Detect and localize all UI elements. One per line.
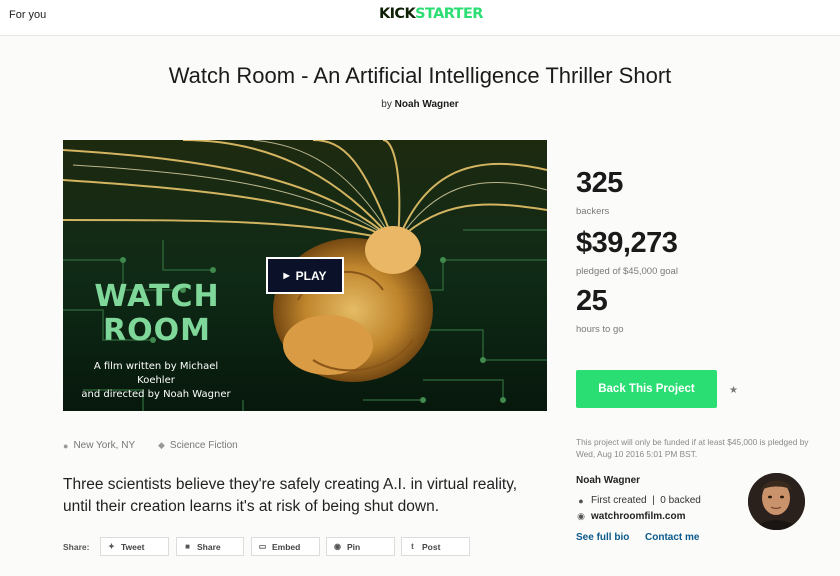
embed-label: Embed: [272, 541, 301, 552]
embed-button[interactable]: ▭ Embed: [251, 537, 320, 556]
star-icon[interactable]: ★: [729, 385, 738, 396]
play-button[interactable]: ▶ PLAY: [266, 257, 344, 294]
for-you-link[interactable]: For you: [9, 9, 46, 21]
poster-title-line2: ROOM: [103, 313, 211, 348]
logo-part1: KICK: [379, 6, 416, 22]
project-blurb: Three scientists believe they're safely …: [63, 476, 518, 515]
see-full-bio-link[interactable]: See full bio: [576, 532, 629, 543]
location-tag[interactable]: ● New York, NY: [63, 440, 135, 451]
poster-title-line1: WATCH: [94, 279, 220, 314]
creator-history: ● First created | 0 backed: [576, 495, 701, 506]
poster-credit-line2: and directed by Noah Wagner: [81, 389, 231, 400]
top-bar: For you KICKSTARTER: [0, 0, 840, 36]
back-this-project-button[interactable]: Back This Project: [576, 370, 717, 408]
creator-avatar-art: [748, 473, 805, 530]
project-title: Watch Room - An Artificial Intelligence …: [168, 63, 672, 88]
category-text: Science Fiction: [169, 440, 238, 451]
byline: by Noah Wagner: [0, 99, 840, 110]
share-label: Share:: [63, 542, 90, 552]
byline-creator-link[interactable]: Noah Wagner: [395, 99, 459, 110]
poster-credit: A film written by Michael Koehler and di…: [81, 360, 231, 402]
pinterest-icon: ◉: [334, 542, 341, 551]
pledged-amount: $39,273: [576, 227, 678, 259]
tumblr-icon: t: [411, 542, 414, 551]
creator-website-link[interactable]: watchroomfilm.com: [591, 511, 685, 522]
post-label: Post: [422, 541, 441, 552]
hours-remaining: 25: [576, 285, 608, 317]
info-icon: ●: [578, 495, 584, 506]
play-icon: ▶: [283, 271, 290, 280]
contact-me-link[interactable]: Contact me: [645, 532, 699, 543]
facebook-share-button[interactable]: ■ Share: [176, 537, 244, 556]
poster-title: WATCH ROOM: [77, 280, 237, 348]
tumblr-post-button[interactable]: t Post: [401, 537, 470, 556]
creator-website[interactable]: ◉ watchroomfilm.com: [576, 511, 685, 522]
tag-icon: ◆: [158, 440, 165, 450]
project-video[interactable]: WATCH ROOM A film written by Michael Koe…: [63, 140, 547, 411]
facebook-icon: ■: [185, 542, 190, 551]
twitter-icon: ✦: [108, 542, 115, 551]
kickstarter-logo[interactable]: KICKSTARTER: [379, 6, 483, 22]
creator-history-text: First created | 0 backed: [591, 495, 701, 506]
backers-count: 325: [576, 167, 623, 199]
tweet-button[interactable]: ✦ Tweet: [100, 537, 169, 556]
tweet-label: Tweet: [121, 541, 145, 552]
globe-icon: ◉: [577, 511, 585, 521]
byline-prefix: by: [381, 99, 392, 110]
pledged-label: pledged of $45,000 goal: [576, 266, 678, 277]
location-pin-icon: ●: [63, 440, 69, 451]
share-label-fb: Share: [197, 541, 221, 552]
poster-credit-line1: A film written by Michael Koehler: [93, 361, 219, 386]
creator-avatar[interactable]: [748, 473, 805, 530]
embed-icon: ▭: [258, 542, 267, 551]
pin-label: Pin: [347, 541, 361, 552]
funding-note: This project will only be funded if at l…: [576, 437, 809, 459]
pin-button[interactable]: ◉ Pin: [326, 537, 395, 556]
hours-label: hours to go: [576, 324, 624, 335]
backers-label: backers: [576, 206, 610, 217]
play-label: PLAY: [295, 268, 327, 283]
location-text: New York, NY: [73, 440, 136, 451]
category-tag[interactable]: ◆ Science Fiction: [158, 440, 238, 451]
logo-part2: STARTER: [415, 6, 483, 22]
creator-name[interactable]: Noah Wagner: [576, 475, 640, 486]
